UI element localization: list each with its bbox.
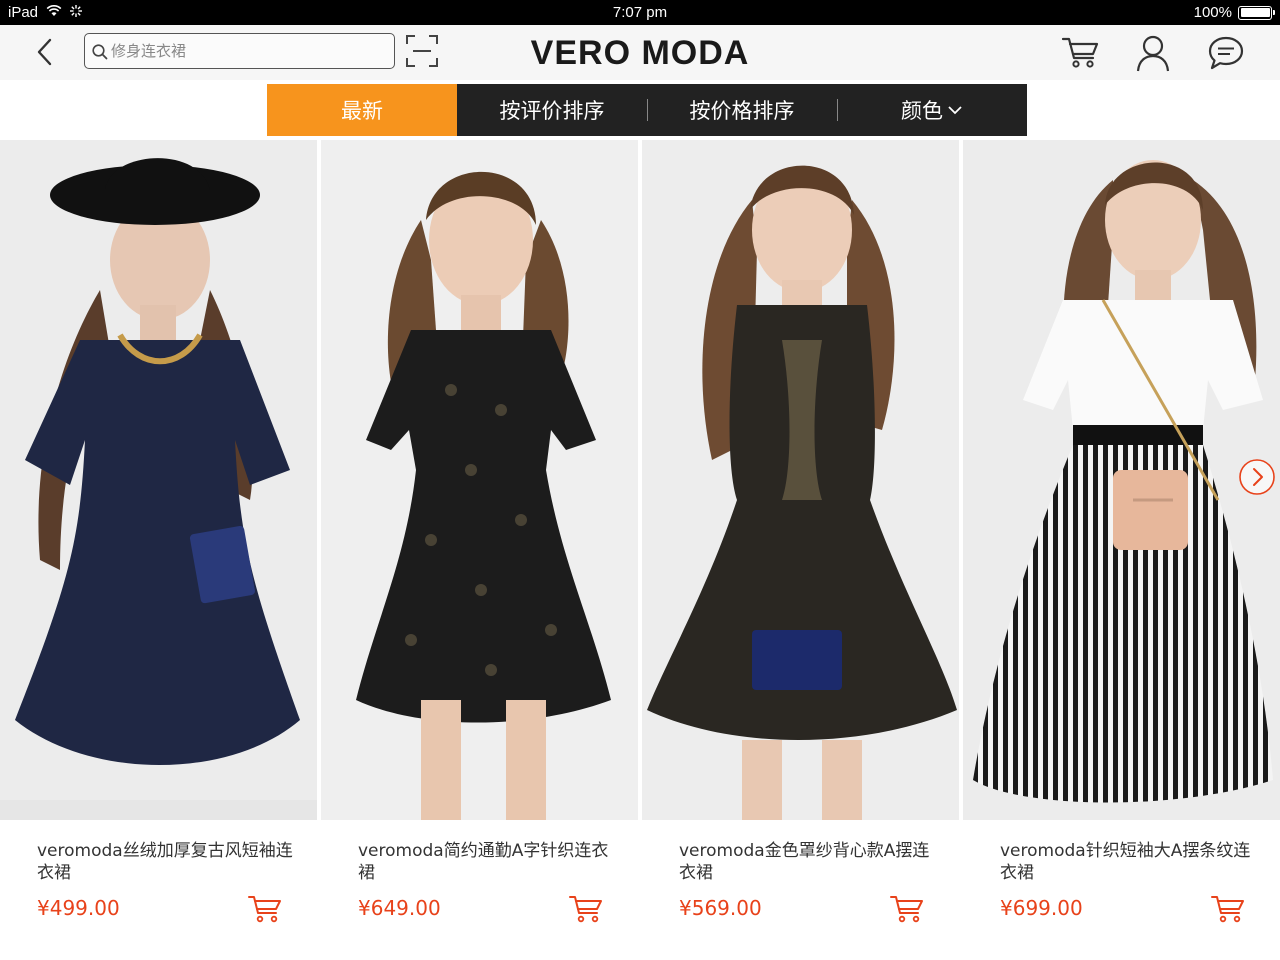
scan-icon — [406, 35, 438, 67]
add-to-cart-button[interactable] — [1210, 894, 1246, 924]
add-to-cart-button[interactable] — [568, 894, 604, 924]
product-price: ¥499.00 — [37, 896, 120, 920]
product-image[interactable] — [0, 140, 317, 820]
tab-label: 按价格排序 — [689, 99, 795, 123]
tab-label: 颜色 — [901, 99, 943, 123]
cart-icon — [569, 896, 602, 923]
product-card[interactable]: veromoda针织短袖大A摆条纹连衣裙 ¥699.00 — [963, 140, 1280, 960]
product-price: ¥699.00 — [1000, 896, 1083, 920]
cart-icon — [1061, 37, 1099, 68]
product-title[interactable]: veromoda简约通勤A字针织连衣裙 — [358, 840, 616, 884]
tab-sort-by-price[interactable]: 按价格排序 — [647, 84, 837, 136]
tab-label: 按评价排序 — [499, 99, 605, 123]
product-price: ¥649.00 — [358, 896, 441, 920]
add-to-cart-button[interactable] — [889, 894, 925, 924]
message-button[interactable] — [1206, 33, 1246, 73]
product-card[interactable]: veromoda简约通勤A字针织连衣裙 ¥649.00 — [321, 140, 638, 960]
product-image[interactable] — [321, 140, 638, 820]
back-button[interactable] — [30, 35, 62, 69]
tab-color-filter[interactable]: 颜色 — [837, 84, 1027, 136]
product-title[interactable]: veromoda金色罩纱背心款A摆连衣裙 — [679, 840, 937, 884]
status-time: 7:07 pm — [612, 4, 668, 21]
product-title[interactable]: veromoda针织短袖大A摆条纹连衣裙 — [1000, 840, 1258, 884]
user-button[interactable] — [1133, 33, 1173, 73]
product-image[interactable] — [642, 140, 959, 820]
product-image[interactable] — [963, 140, 1280, 820]
top-navigation-bar: VERO MODA — [0, 25, 1280, 80]
search-icon — [92, 44, 108, 60]
cart-icon — [248, 896, 281, 923]
battery-percent: 100% — [1193, 4, 1232, 21]
product-title[interactable]: veromoda丝绒加厚复古风短袖连衣裙 — [37, 840, 295, 884]
user-icon — [1136, 35, 1170, 72]
scan-button[interactable] — [404, 33, 440, 69]
product-card[interactable]: veromoda丝绒加厚复古风短袖连衣裙 ¥499.00 — [0, 140, 317, 960]
chat-icon — [1208, 36, 1244, 70]
chevron-down-icon — [948, 106, 962, 115]
add-to-cart-button[interactable] — [247, 894, 283, 924]
tab-label: 最新 — [341, 99, 383, 123]
chevron-right-icon — [1239, 459, 1275, 495]
brand-logo: VERO MODA — [530, 34, 750, 72]
tab-sort-by-rating[interactable]: 按评价排序 — [457, 84, 647, 136]
product-grid: veromoda丝绒加厚复古风短袖连衣裙 ¥499.00 veromoda简约通… — [0, 140, 1280, 960]
cart-icon — [890, 896, 923, 923]
search-bar[interactable] — [84, 33, 395, 69]
status-right: 100% — [1193, 4, 1275, 21]
filter-tabs: 最新 按评价排序 按价格排序 颜色 — [267, 84, 1027, 136]
cart-button[interactable] — [1060, 33, 1100, 73]
product-price: ¥569.00 — [679, 896, 762, 920]
search-input[interactable] — [111, 38, 386, 64]
product-card[interactable]: veromoda金色罩纱背心款A摆连衣裙 ¥569.00 — [642, 140, 959, 960]
next-page-button[interactable] — [1238, 458, 1276, 496]
battery-icon — [1238, 5, 1275, 20]
cart-icon — [1211, 896, 1244, 923]
back-icon — [37, 38, 52, 66]
status-bar: iPad 7:07 pm 100% — [0, 0, 1280, 25]
tab-newest[interactable]: 最新 — [267, 84, 457, 136]
